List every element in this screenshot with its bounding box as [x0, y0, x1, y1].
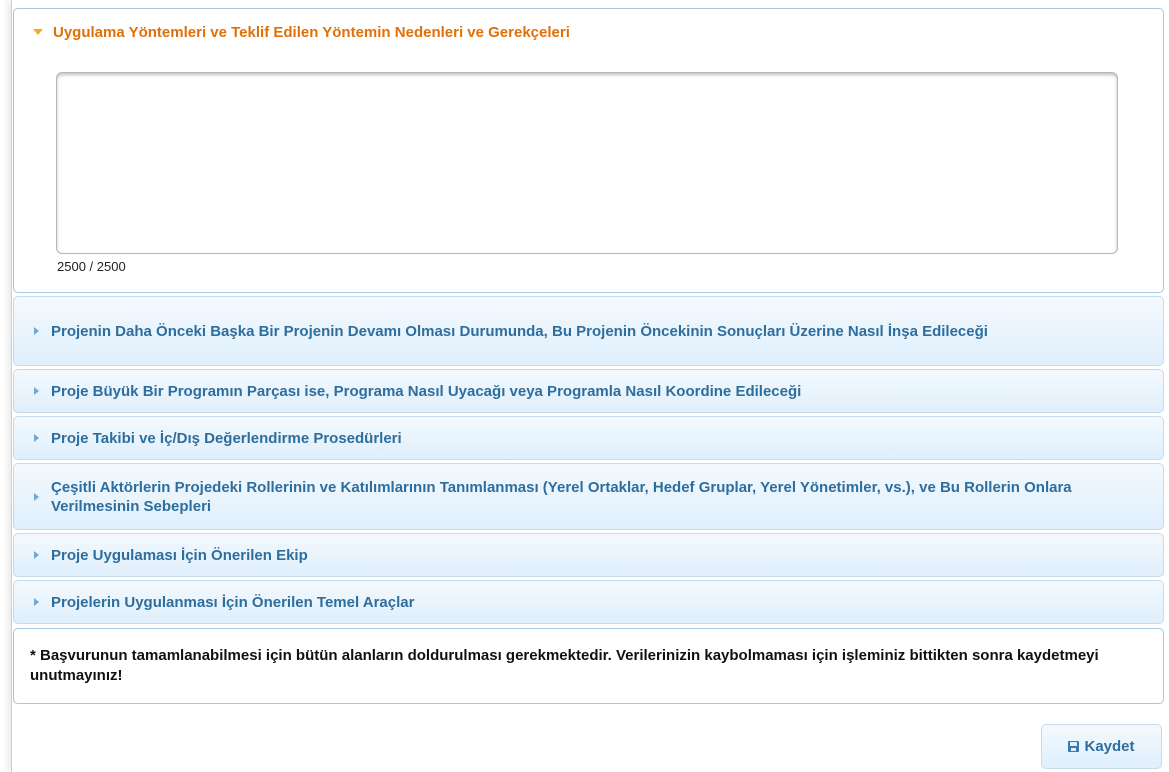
accordion-header-label: Uygulama Yöntemleri ve Teklif Edilen Yön…	[53, 23, 570, 41]
accordion-header-label: Proje Uygulaması İçin Önerilen Ekip	[51, 546, 308, 564]
accordion-section-implementation-methods: Uygulama Yöntemleri ve Teklif Edilen Yön…	[13, 8, 1164, 293]
triangle-right-icon	[34, 387, 39, 395]
accordion-header-previous-project[interactable]: Projenin Daha Önceki Başka Bir Projenin …	[13, 296, 1164, 366]
accordion-header-proposed-team[interactable]: Proje Uygulaması İçin Önerilen Ekip	[13, 533, 1164, 577]
accordion-header-label: Projelerin Uygulanması İçin Önerilen Tem…	[51, 593, 415, 611]
triangle-down-icon	[33, 29, 43, 35]
triangle-right-icon	[34, 598, 39, 606]
accordion-header-active[interactable]: Uygulama Yöntemleri ve Teklif Edilen Yön…	[14, 9, 1163, 55]
triangle-right-icon	[34, 492, 39, 501]
accordion-header-basic-tools[interactable]: Projelerin Uygulanması İçin Önerilen Tem…	[13, 580, 1164, 624]
save-button[interactable]: Kaydet	[1041, 724, 1162, 769]
triangle-right-icon	[34, 434, 39, 442]
accordion-header-monitoring-evaluation[interactable]: Proje Takibi ve İç/Dış Değerlendirme Pro…	[13, 416, 1164, 460]
character-counter: 2500 / 2500	[57, 259, 126, 274]
accordion-header-label: Proje Büyük Bir Programın Parçası ise, P…	[51, 382, 802, 400]
required-fields-note: * Başvurunun tamamlanabilmesi için bütün…	[13, 628, 1164, 704]
accordion-header-program-part[interactable]: Proje Büyük Bir Programın Parçası ise, P…	[13, 369, 1164, 413]
triangle-right-icon	[34, 327, 39, 335]
accordion-header-label: Çeşitli Aktörlerin Projedeki Rollerinin …	[51, 478, 1072, 515]
save-button-label: Kaydet	[1084, 738, 1135, 755]
accordion-header-label: Projenin Daha Önceki Başka Bir Projenin …	[51, 322, 988, 340]
floppy-disk-icon	[1068, 741, 1080, 752]
description-textarea[interactable]	[56, 72, 1118, 254]
accordion-header-label: Proje Takibi ve İç/Dış Değerlendirme Pro…	[51, 429, 402, 447]
triangle-right-icon	[34, 551, 39, 559]
accordion-header-actor-roles[interactable]: Çeşitli Aktörlerin Projedeki Rollerinin …	[13, 463, 1164, 530]
